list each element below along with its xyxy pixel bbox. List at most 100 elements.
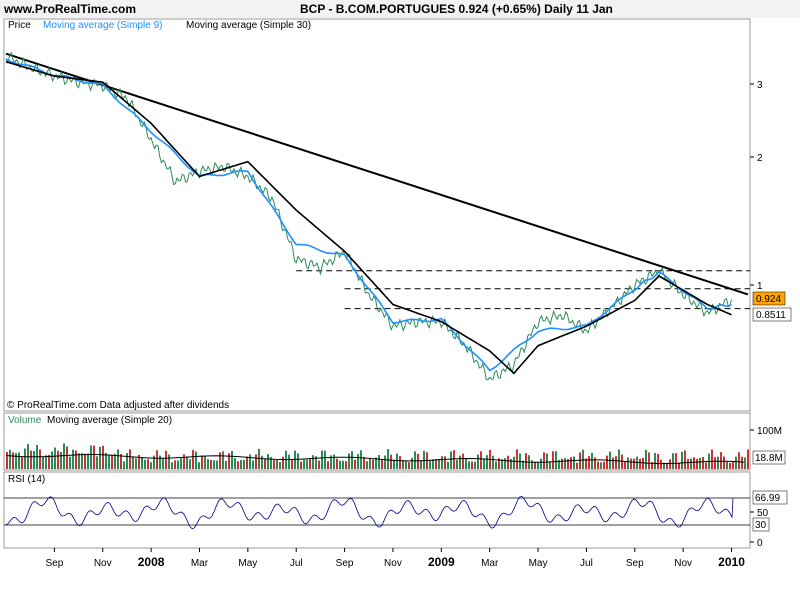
volume-bar xyxy=(351,451,353,469)
volume-bar xyxy=(696,458,698,469)
volume-bar xyxy=(456,459,458,469)
volume-bar xyxy=(234,457,236,469)
x-tick-label: May xyxy=(238,558,257,569)
volume-bar xyxy=(390,454,392,469)
volume-bar xyxy=(75,450,77,469)
volume-bar xyxy=(114,453,116,469)
volume-bar xyxy=(717,456,719,469)
volume-bar xyxy=(291,459,293,469)
volume-bar xyxy=(723,456,725,469)
volume-bar xyxy=(333,454,335,469)
volume-bar xyxy=(618,449,620,469)
volume-bar xyxy=(297,453,299,469)
volume-bar xyxy=(345,461,347,469)
volume-bar xyxy=(342,460,344,469)
volume-bar xyxy=(123,461,125,469)
volume-bar xyxy=(126,453,128,469)
volume-bar xyxy=(576,462,578,469)
volume-bar xyxy=(648,452,650,469)
volume-bar xyxy=(96,456,98,469)
volume-bar xyxy=(282,456,284,469)
x-axis: Sep Nov 2008 Mar May Jul Sep Nov 2009 Mar May Jul Se… xyxy=(45,548,745,569)
x-tick-label: 2008 xyxy=(138,555,165,569)
volume-bar xyxy=(360,450,362,469)
volume-bar xyxy=(219,452,221,469)
volume-bar xyxy=(165,450,167,469)
rsi-tick-0: 0 xyxy=(757,538,763,549)
volume-bar xyxy=(474,461,476,469)
volume-bar xyxy=(642,457,644,469)
volume-bar xyxy=(546,453,548,469)
volume-bar xyxy=(711,449,713,469)
x-tick-label: 2010 xyxy=(718,555,745,569)
volume-bar xyxy=(201,455,203,469)
volume-value-label: 18.8M xyxy=(755,453,783,464)
volume-bar xyxy=(66,446,68,469)
volume-bar xyxy=(591,452,593,469)
volume-bar xyxy=(423,450,425,469)
volume-bar xyxy=(660,459,662,469)
volume-bar xyxy=(600,462,602,469)
volume-bar xyxy=(33,450,35,469)
volume-bar xyxy=(384,455,386,469)
volume-bar xyxy=(48,454,50,469)
volume-bar xyxy=(468,461,470,469)
volume-bar xyxy=(117,449,119,469)
volume-bar xyxy=(630,458,632,469)
volume-bar xyxy=(408,462,410,469)
volume-bar xyxy=(45,455,47,469)
volume-bar xyxy=(57,450,59,469)
stock-chart[interactable]: Price Moving average (Simple 9) Moving a… xyxy=(0,0,800,600)
x-tick-label: Sep xyxy=(626,558,644,569)
volume-bar xyxy=(174,460,176,469)
volume-bar xyxy=(627,457,629,469)
volume-bar xyxy=(438,459,440,469)
volume-bar xyxy=(684,450,686,469)
rsi-lower-label: 30 xyxy=(755,520,767,531)
volume-bar xyxy=(156,450,158,469)
volume-bar xyxy=(477,454,479,469)
volume-bar xyxy=(657,454,659,469)
volume-bar xyxy=(258,449,260,469)
volume-bar xyxy=(699,458,701,469)
volume-bar xyxy=(381,459,383,469)
volume-bar xyxy=(198,462,200,469)
volume-bar xyxy=(720,452,722,469)
rsi-value-label: 66.99 xyxy=(755,493,780,504)
volume-bar xyxy=(324,450,326,469)
volume-bar xyxy=(306,459,308,469)
volume-bar xyxy=(462,453,464,469)
volume-bar xyxy=(144,459,146,469)
volume-bar xyxy=(168,454,170,469)
x-tick-label: Sep xyxy=(45,558,63,569)
volume-bar xyxy=(411,457,413,469)
volume-bar xyxy=(150,462,152,469)
volume-bar xyxy=(240,460,242,469)
volume-bar xyxy=(273,460,275,469)
volume-bar xyxy=(69,456,71,469)
volume-bar xyxy=(276,460,278,469)
volume-bar xyxy=(246,456,248,469)
volume-bar xyxy=(594,457,596,469)
x-tick-label: Sep xyxy=(336,558,354,569)
volume-bar xyxy=(612,457,614,469)
volume-bar xyxy=(705,462,707,469)
volume-bar xyxy=(12,452,14,469)
volume-bar xyxy=(309,458,311,469)
volume-bar xyxy=(336,458,338,469)
volume-bar xyxy=(420,460,422,469)
rsi-tick-50: 50 xyxy=(757,508,769,519)
x-tick-label: Nov xyxy=(674,558,692,569)
volume-bar xyxy=(714,457,716,469)
volume-bar xyxy=(189,459,191,469)
volume-bar xyxy=(63,443,65,469)
volume-bar xyxy=(561,458,563,469)
volume-bar xyxy=(672,453,674,469)
ma-value-label: 0.8511 xyxy=(756,310,786,321)
volume-bar xyxy=(72,449,74,469)
volume-bar xyxy=(357,454,359,469)
legend-ma9: Moving average (Simple 9) xyxy=(43,20,163,31)
volume-bar xyxy=(537,462,539,469)
price-panel-frame xyxy=(3,18,751,412)
volume-bar xyxy=(447,461,449,469)
